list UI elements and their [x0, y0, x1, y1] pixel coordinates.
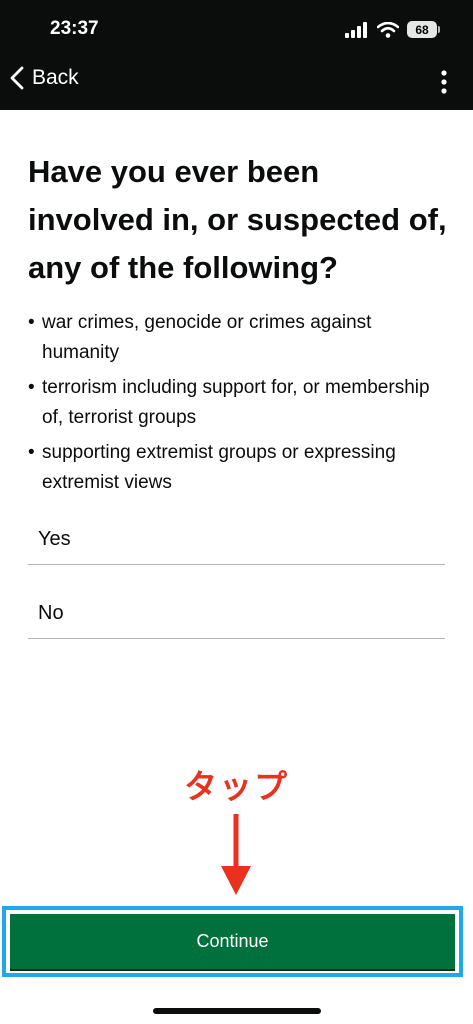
question-heading: Have you ever been involved in, or suspe… — [28, 154, 447, 285]
chevron-left-icon — [10, 66, 24, 90]
status-time: 23:37 — [50, 18, 99, 39]
tap-annotation: タップ — [184, 768, 289, 805]
more-vertical-icon — [441, 70, 447, 94]
bullet: • — [28, 312, 35, 333]
arrow-down-icon — [221, 814, 251, 895]
home-indicator — [153, 1008, 321, 1014]
list-item-text: war crimes, genocide or crimes against h… — [42, 312, 372, 363]
continue-button[interactable]: Continue — [10, 914, 455, 969]
list-item: • war crimes, genocide or crimes against… — [28, 308, 448, 368]
option-yes[interactable]: Yes — [28, 515, 445, 565]
bullet: • — [28, 377, 35, 398]
option-no[interactable]: No — [28, 589, 445, 639]
back-label: Back — [32, 66, 79, 89]
battery-indicator: 68 — [407, 21, 440, 38]
status-icons: 68 — [345, 21, 440, 38]
list-item-text: terrorism including support for, or memb… — [42, 377, 430, 428]
back-button[interactable]: Back — [10, 66, 79, 90]
criteria-list: • war crimes, genocide or crimes against… — [28, 308, 448, 503]
signal-icon — [345, 21, 367, 38]
bullet: • — [28, 442, 35, 463]
list-item: • supporting extremist groups or express… — [28, 438, 448, 498]
app-header: 23:37 68 Back — [0, 0, 473, 110]
wifi-icon — [377, 21, 399, 38]
more-options-button[interactable] — [441, 70, 447, 99]
list-item-text: supporting extremist groups or expressin… — [42, 442, 396, 493]
list-item: • terrorism including support for, or me… — [28, 373, 448, 433]
